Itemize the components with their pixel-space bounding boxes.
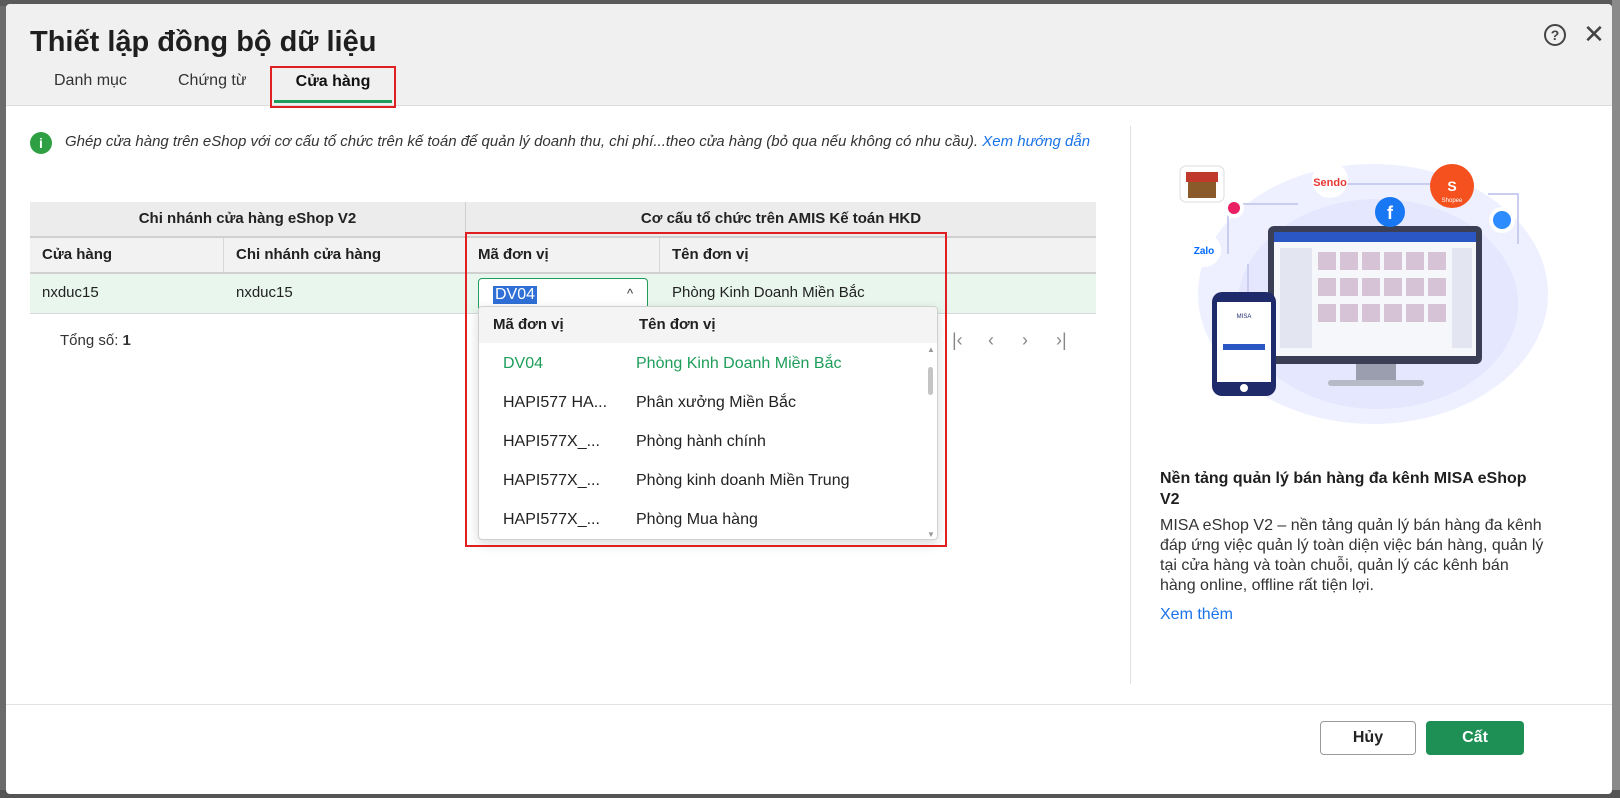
total-value: 1 xyxy=(122,332,131,349)
dropdown-option[interactable]: HAPI577X_... Phòng Mua hàng xyxy=(479,501,927,539)
option-name: Phòng Mua hàng xyxy=(636,511,758,528)
unit-code-value[interactable]: DV04 xyxy=(493,286,538,304)
dropdown-option[interactable]: DV04 Phòng Kinh Doanh Miền Bắc xyxy=(479,345,927,384)
zalo-logo-text: Zalo xyxy=(1194,246,1215,257)
option-code: HAPI577 HA... xyxy=(503,394,608,411)
cell-store: nxduc15 xyxy=(42,284,99,301)
total-label: Tổng số: xyxy=(60,332,123,349)
total-count: Tổng số: 1 xyxy=(60,332,131,349)
option-code: HAPI577X_... xyxy=(503,433,600,450)
dialog-footer: Hủy Cất xyxy=(6,704,1612,794)
column-header-unit-name: Tên đơn vị xyxy=(660,238,1096,274)
column-header-unit-code: Mã đơn vị xyxy=(466,238,660,274)
active-tab-underline xyxy=(274,100,392,103)
dropdown-header-code: Mã đơn vị xyxy=(493,316,564,333)
tab-danh-muc[interactable]: Danh mục xyxy=(54,72,127,90)
svg-text:f: f xyxy=(1387,203,1394,223)
dropdown-header-name: Tên đơn vị xyxy=(639,316,716,333)
misa-logo-text: MISA xyxy=(1237,314,1252,320)
group-header-amis: Cơ cấu tổ chức trên AMIS Kế toán HKD xyxy=(466,202,1096,238)
promo-description: MISA eShop V2 – nền tảng quản lý bán hàn… xyxy=(1160,517,1544,594)
dropdown-option[interactable]: HAPI577X_... Phòng kinh doanh Miền Trung xyxy=(479,462,927,501)
close-icon[interactable]: ✕ xyxy=(1580,20,1608,48)
promo-title: Nền tảng quản lý bán hàng đa kênh MISA e… xyxy=(1160,470,1527,508)
svg-text:S: S xyxy=(1447,178,1456,194)
guide-link[interactable]: Xem hướng dẫn xyxy=(982,133,1090,150)
info-text: Ghép cửa hàng trên eShop với cơ cấu tổ c… xyxy=(65,130,1115,153)
option-name: Phòng hành chính xyxy=(636,433,766,450)
option-code: HAPI577X_... xyxy=(503,511,600,528)
option-code: DV04 xyxy=(503,355,544,372)
see-more-link[interactable]: Xem thêm xyxy=(1160,606,1233,624)
tab-cua-hang[interactable]: Cửa hàng xyxy=(270,66,396,108)
prev-page-icon[interactable]: ‹ xyxy=(988,330,994,351)
option-name: Phân xưởng Miền Bắc xyxy=(636,394,796,411)
dropdown-option[interactable]: HAPI577 HA... Phân xưởng Miền Bắc xyxy=(479,384,927,423)
next-page-icon[interactable]: › xyxy=(1022,330,1028,351)
chevron-up-icon[interactable]: ^ xyxy=(623,287,637,301)
backdrop-right xyxy=(1612,0,1620,798)
dialog-title: Thiết lập đồng bộ dữ liệu xyxy=(30,26,377,58)
column-header-store: Cửa hàng xyxy=(30,238,224,274)
option-name: Phòng Kinh Doanh Miền Bắc xyxy=(636,355,842,372)
option-name: Phòng kinh doanh Miền Trung xyxy=(636,472,850,489)
last-page-icon[interactable]: ›| xyxy=(1056,330,1067,351)
shopee-logo-text: Shopee xyxy=(1442,198,1463,204)
dialog-header: Thiết lập đồng bộ dữ liệu ? ✕ Danh mục C… xyxy=(6,4,1612,108)
scrollbar-thumb[interactable] xyxy=(928,367,933,395)
save-button[interactable]: Cất xyxy=(1426,721,1524,755)
eshop-illustration: MISA Sendo S Shopee f Zalo xyxy=(1179,162,1548,424)
tab-cua-hang-label: Cửa hàng xyxy=(295,73,371,90)
panel-divider xyxy=(1130,126,1131,684)
option-code: HAPI577X_... xyxy=(503,472,600,489)
dropdown-header: Mã đơn vị Tên đơn vị xyxy=(479,307,937,343)
cell-branch: nxduc15 xyxy=(236,284,293,301)
scroll-up-icon[interactable]: ▲ xyxy=(927,345,935,354)
info-icon: i xyxy=(30,132,52,154)
tab-chung-tu[interactable]: Chứng từ xyxy=(178,72,247,90)
scroll-down-icon[interactable]: ▼ xyxy=(927,530,935,539)
sendo-logo-text: Sendo xyxy=(1313,177,1347,189)
dropdown-option[interactable]: HAPI577X_... Phòng hành chính xyxy=(479,423,927,462)
dropdown-scrollbar[interactable]: ▲ ▼ xyxy=(927,343,935,539)
column-header-branch: Chi nhánh cửa hàng xyxy=(224,238,466,274)
first-page-icon[interactable]: |‹ xyxy=(952,330,963,351)
unit-code-dropdown: Mã đơn vị Tên đơn vị DV04 Phòng Kinh Doa… xyxy=(478,306,938,540)
group-header-eshop: Chi nhánh cửa hàng eShop V2 xyxy=(30,202,466,238)
help-icon[interactable]: ? xyxy=(1544,24,1566,46)
cancel-button[interactable]: Hủy xyxy=(1320,721,1416,755)
info-message: Ghép cửa hàng trên eShop với cơ cấu tổ c… xyxy=(65,133,983,150)
